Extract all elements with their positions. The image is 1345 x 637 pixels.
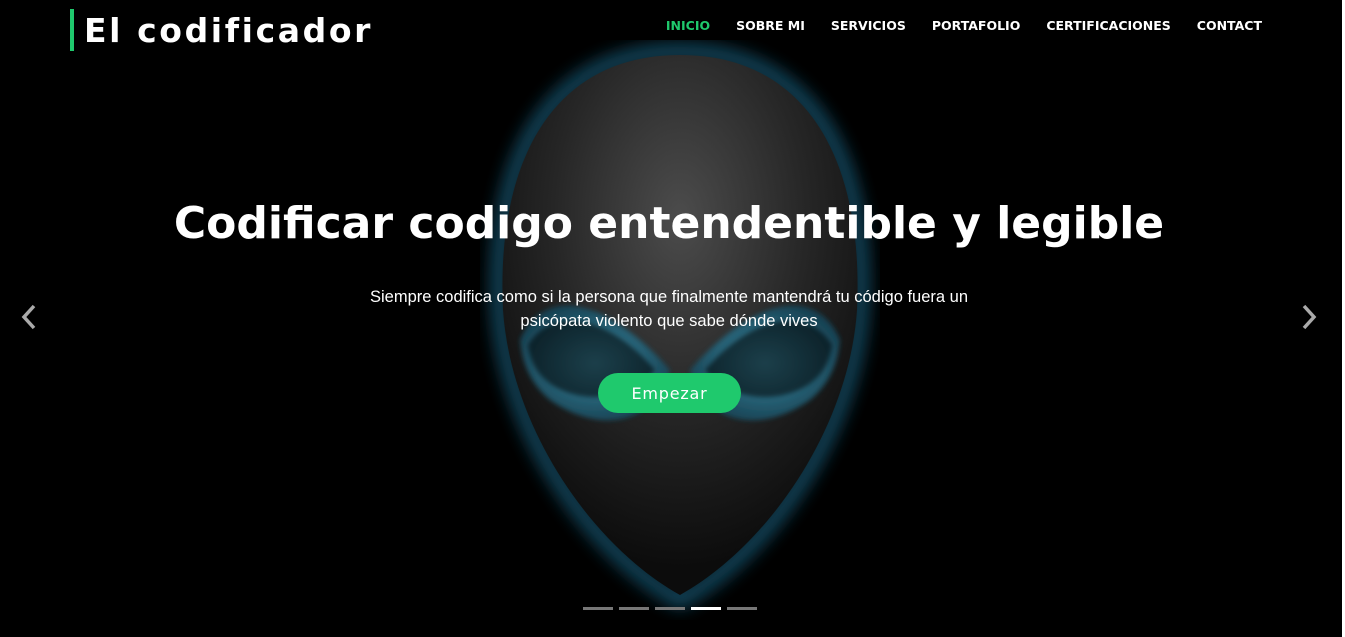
nav-item-portafolio[interactable]: PORTAFOLIO (932, 18, 1021, 33)
nav-item-inicio[interactable]: INICIO (666, 18, 710, 33)
nav-item-sobre-mi[interactable]: SOBRE MI (736, 18, 805, 33)
hero-headline: Codificar codigo entendentible y legible (173, 198, 1165, 249)
nav-item-contact[interactable]: CONTACT (1197, 18, 1262, 33)
start-button[interactable]: Empezar (598, 373, 741, 413)
carousel-indicator[interactable] (619, 607, 649, 610)
hero-carousel: El codificador INICIO SOBRE MI SERVICIOS… (0, 0, 1345, 637)
carousel-indicator-active[interactable] (691, 607, 721, 610)
brand-name: El codificador (84, 10, 373, 50)
chevron-left-icon (21, 304, 36, 330)
nav-item-certificaciones[interactable]: CERTIFICACIONES (1046, 18, 1170, 33)
chevron-right-icon (1302, 304, 1317, 330)
brand-accent-bar (70, 9, 74, 51)
carousel-indicators (583, 607, 757, 610)
brand-logo[interactable]: El codificador (70, 9, 373, 51)
carousel-next-button[interactable] (1298, 300, 1320, 334)
main-nav: INICIO SOBRE MI SERVICIOS PORTAFOLIO CER… (666, 18, 1262, 33)
carousel-indicator[interactable] (655, 607, 685, 610)
hero-subtext: Siempre codifica como si la persona que … (370, 288, 969, 330)
carousel-prev-button[interactable] (18, 300, 40, 334)
carousel-indicator[interactable] (583, 607, 613, 610)
carousel-indicator[interactable] (727, 607, 757, 610)
nav-item-servicios[interactable]: SERVICIOS (831, 18, 906, 33)
